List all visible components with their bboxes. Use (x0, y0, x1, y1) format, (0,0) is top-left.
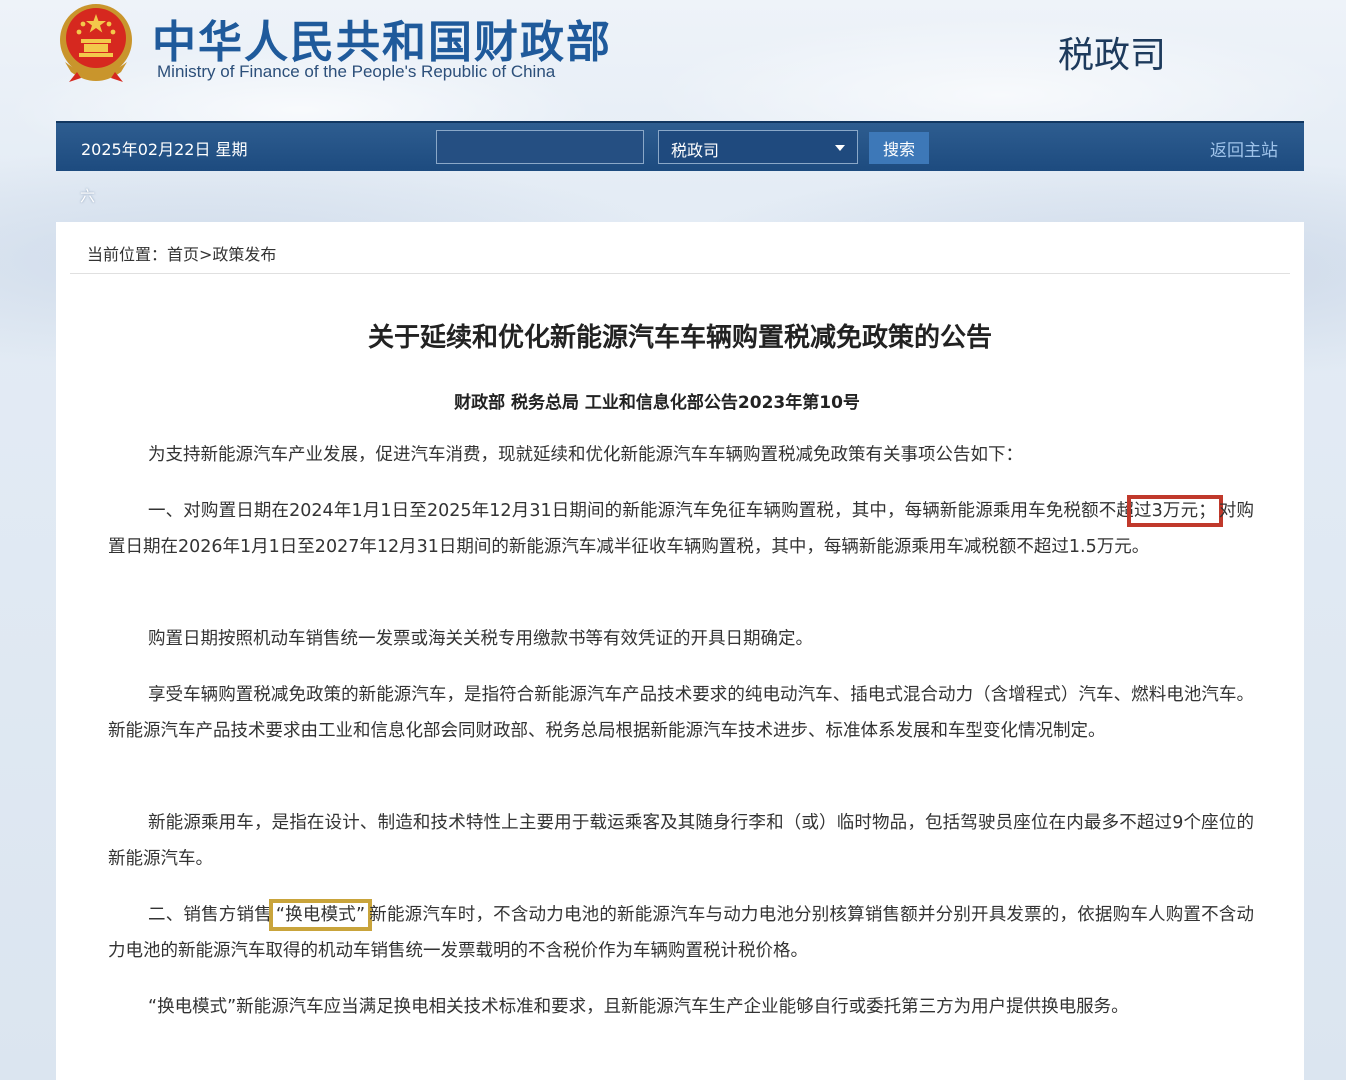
divider (70, 273, 1290, 274)
chevron-down-icon (835, 145, 845, 151)
return-home-link[interactable]: 返回主站 (1210, 136, 1278, 161)
site-title: 中华人民共和国财政部 (152, 17, 612, 68)
highlight-tax-cap: 过3万元； (1127, 495, 1223, 527)
nav-bar: 2025年02月22日 星期 税政司 搜索 返回主站 (56, 121, 1304, 171)
item-two-paragraph: 二、销售方销售 “换电模式” 新能源汽车时，不含动力电池的新能源汽车与动力电池分别核… (108, 897, 1254, 969)
document-title: 关于延续和优化新能源汽车车辆购置税减免政策的公告 (367, 323, 992, 353)
definition-paragraph: 享受车辆购置税减免政策的新能源汽车，是指符合新能源汽车产品技术要求的纯电动汽车、… (108, 685, 1254, 741)
department-title: 税政司 (1058, 35, 1167, 76)
item-one-paragraph: 一、对购置日期在2024年1月1日至2025年12月31日期间的新能源汽车免征车… (108, 493, 1254, 565)
national-emblem-icon (60, 4, 132, 82)
department-select-value: 税政司 (671, 141, 720, 160)
breadcrumb: 当前位置：首页>政策发布 (87, 245, 277, 264)
site-title-english: Ministry of Finance of the People's Repu… (157, 62, 556, 81)
department-select[interactable]: 税政司 (658, 130, 858, 164)
site-header: 中华人民共和国财政部 Ministry of Finance of the Pe… (0, 0, 1346, 120)
item-two-text-start: 二、销售方销售 (148, 905, 272, 925)
battery-swap-paragraph: “换电模式”新能源汽车应当满足换电相关技术标准和要求，且新能源汽车生产企业能够自… (148, 997, 1129, 1017)
intro-paragraph: 为支持新能源汽车产业发展，促进汽车消费，现就延续和优化新能源汽车车辆购置税减免政… (148, 445, 1023, 465)
purchase-date-paragraph: 购置日期按照机动车销售统一发票或海关关税专用缴款书等有效凭证的开具日期确定。 (148, 629, 813, 649)
search-input[interactable] (436, 130, 644, 164)
document-subtitle: 财政部 税务总局 工业和信息化部公告2023年第10号 (454, 393, 860, 413)
search-button[interactable]: 搜索 (869, 132, 929, 164)
highlight-battery-swap: “换电模式” (268, 899, 373, 931)
item-one-text-start: 一、对购置日期在2024年1月1日至2025年12月31日期间的新能源汽车免征车… (148, 501, 1134, 521)
current-date: 2025年02月22日 星期 (81, 140, 248, 159)
content-panel: 当前位置：首页>政策发布 关于延续和优化新能源汽车车辆购置税减免政策的公告 财政… (56, 222, 1304, 1080)
passenger-car-paragraph: 新能源乘用车，是指在设计、制造和技术特性上主要用于载运乘客及其随身行李和（或）临… (108, 813, 1254, 869)
weekday-overflow: 六 (80, 187, 96, 205)
